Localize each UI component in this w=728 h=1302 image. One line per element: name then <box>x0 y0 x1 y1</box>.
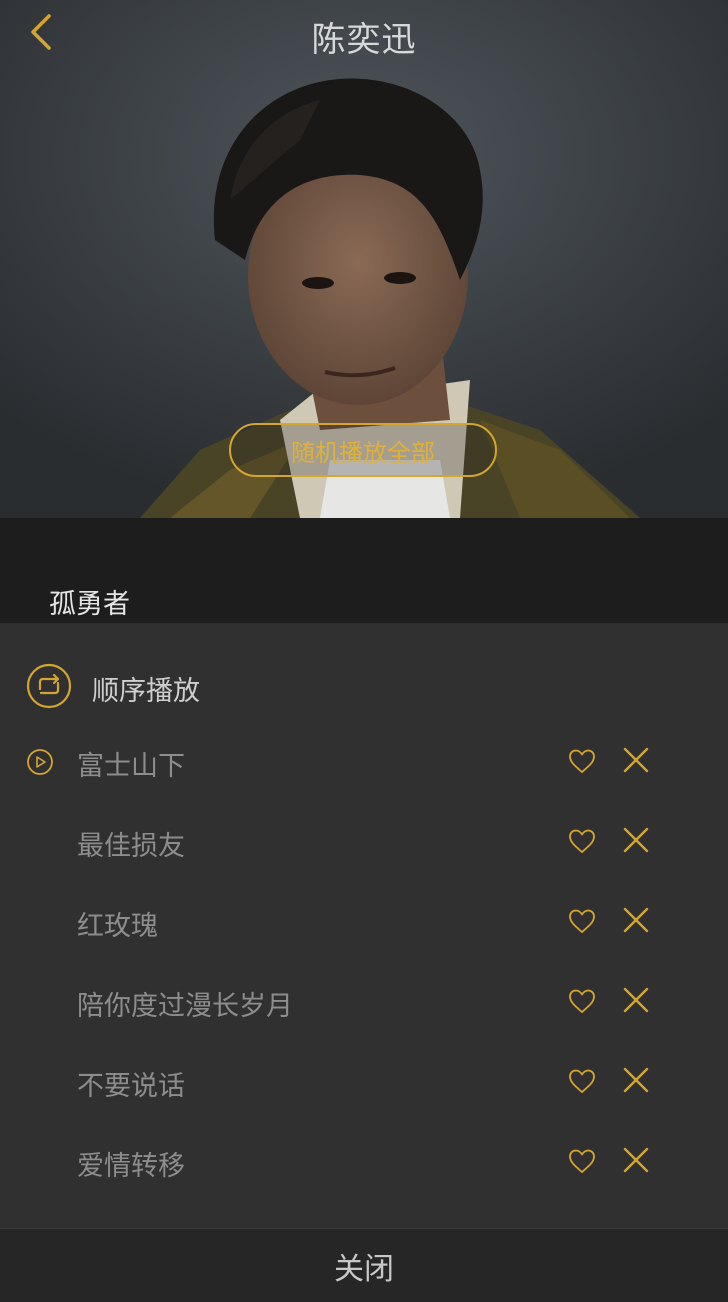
heart-icon[interactable] <box>567 906 597 936</box>
song-title: 最佳损友 <box>77 831 185 862</box>
song-row[interactable]: 富士山下 <box>0 731 728 791</box>
play-mode-toggle[interactable]: 顺序播放 <box>0 661 728 711</box>
song-title: 爱情转移 <box>77 1151 185 1182</box>
heart-icon[interactable] <box>567 1146 597 1176</box>
background-song-list: 孤勇者 <box>0 518 728 623</box>
song-title: 富士山下 <box>77 751 185 782</box>
song-row[interactable]: 陪你度过漫长岁月 <box>0 971 728 1031</box>
playlist-sheet: 顺序播放 富士山下最佳损友红玫瑰陪你度过漫长岁月 不要说话爱情转移 <box>0 623 728 1228</box>
play-mode-label: 顺序播放 <box>92 676 200 707</box>
song-row[interactable]: 爱情转移 <box>0 1131 728 1191</box>
close-icon[interactable] <box>622 746 650 774</box>
song-row[interactable]: 红玫瑰 <box>0 891 728 951</box>
heart-icon[interactable] <box>567 826 597 856</box>
close-button[interactable]: 关闭 <box>0 1228 728 1302</box>
close-icon[interactable] <box>622 906 650 934</box>
heart-icon[interactable] <box>567 1066 597 1096</box>
shuffle-all-button[interactable]: 随机播放全部 <box>229 423 497 477</box>
song-title: 陪你度过漫长岁月 <box>77 991 293 1022</box>
song-title: 红玫瑰 <box>77 911 158 942</box>
song-row[interactable]: 不要说话 <box>0 1051 728 1111</box>
song-title: 不要说话 <box>77 1071 185 1102</box>
app-root: 陈奕迅 随机播放全部 孤勇者 顺序播放 富士山下最佳损友红玫瑰陪你度过漫长岁月不… <box>0 0 728 1302</box>
close-icon[interactable] <box>622 1066 650 1094</box>
background-song-title[interactable]: 孤勇者 <box>49 582 130 621</box>
heart-icon[interactable] <box>567 986 597 1016</box>
close-icon[interactable] <box>622 826 650 854</box>
close-icon[interactable] <box>622 1146 650 1174</box>
close-icon[interactable] <box>622 986 650 1014</box>
repeat-order-icon <box>26 663 72 709</box>
page-title: 陈奕迅 <box>311 20 417 60</box>
heart-icon[interactable] <box>567 746 597 776</box>
artist-hero: 陈奕迅 随机播放全部 <box>0 0 728 518</box>
now-playing-icon <box>27 749 53 775</box>
song-row[interactable]: 最佳损友 <box>0 811 728 871</box>
